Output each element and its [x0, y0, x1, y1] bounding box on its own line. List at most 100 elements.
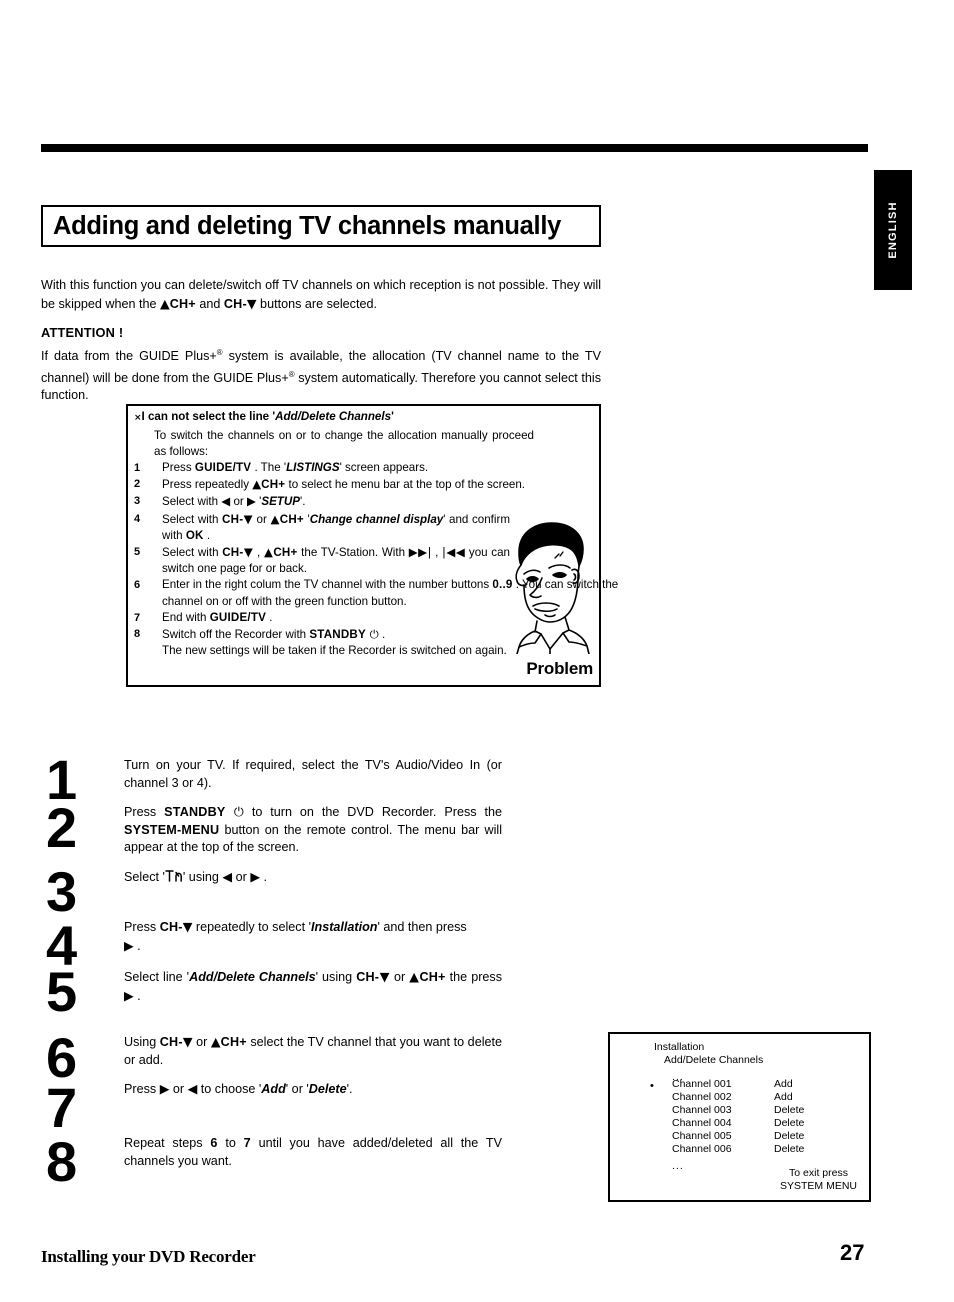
main-step-number: 2 [46, 796, 78, 859]
body-text: , [253, 546, 264, 560]
body-text: or [192, 1035, 211, 1049]
screen-item-name: Add [261, 1082, 286, 1096]
control-glyph: ▼ [182, 1034, 193, 1049]
remote-key-label: STANDBY [164, 805, 226, 819]
main-step-text: Turn on your TV. If required, select the… [124, 757, 502, 792]
tv-channel-name: Channel 004 [672, 1117, 732, 1129]
main-step-text: Select ' ' using ◀ or ▶ . [124, 868, 502, 889]
tv-exit-line2: SYSTEM MENU [779, 1179, 857, 1192]
body-text: or [230, 495, 247, 509]
body-text: . [266, 610, 273, 624]
problem-step-number: 4 [134, 512, 141, 525]
tv-channel-action: Add [774, 1078, 793, 1090]
control-glyph: ▲ [270, 511, 280, 526]
remote-key-label: CH+ [220, 1035, 247, 1049]
problem-step-number: 1 [134, 462, 141, 474]
main-step-paragraph: Repeat steps 6 to 7 until you have added… [124, 1135, 502, 1170]
screen-item-name: Add/Delete Channels [189, 970, 316, 984]
body-text: Select with [162, 512, 223, 526]
problem-step-text: Select with CH-▼ , ▲CH+ the TV-Station. … [162, 544, 510, 577]
control-glyph: ▲ [409, 969, 420, 984]
remote-key-label: CH+ [279, 512, 304, 526]
control-glyph: ▼ [182, 919, 193, 934]
control-glyph: ▶▶| [408, 545, 432, 560]
tv-menu-title: Installation [654, 1041, 705, 1053]
remote-key-label: CH+ [419, 970, 446, 984]
main-step-number: 5 [46, 960, 78, 1023]
language-tab-english: ENGLISH [874, 170, 912, 290]
problem-box-lead: To switch the channels on or to change t… [154, 429, 534, 459]
control-glyph: ◀ [187, 1081, 198, 1096]
body-text: Press [162, 461, 195, 474]
body-text: Enter in the right colum the TV channel … [162, 578, 493, 592]
body-text: Switch off the Recorder with [162, 628, 310, 642]
remote-key-label: CH- [222, 546, 244, 560]
body-text: Press [124, 920, 160, 934]
body-text: or [232, 870, 251, 884]
main-step-paragraph: Press ▶ or ◀ to choose 'Add' or 'Delete'… [124, 1080, 502, 1099]
remote-key-label: GUIDE/TV [209, 610, 267, 624]
body-text: to choose ' [197, 1082, 262, 1096]
body-text: Select with [162, 495, 222, 509]
tv-screen-preview: Installation Add/Delete Channels ... • C… [608, 1032, 871, 1202]
main-step-text: Press STANDBY ⏻ to turn on the DVD Recor… [124, 803, 502, 857]
body-text: . [133, 988, 141, 1003]
problem-title-text-b: ' [391, 410, 394, 423]
screen-item-name: LISTINGS [286, 461, 340, 474]
body-text: Select line ' [124, 970, 190, 984]
remote-key-label: 6 [210, 1136, 218, 1150]
page-title: Adding and deleting TV channels manually [53, 211, 561, 240]
problem-step: 3 Select with ◀ or ▶ 'SETUP'. [132, 493, 598, 510]
tv-channel-action: Add [774, 1091, 793, 1103]
body-text: the press [445, 970, 503, 984]
tv-channel-name: Channel 003 [672, 1104, 732, 1116]
screen-item-name: Change channel display [309, 512, 444, 526]
control-glyph: ▲ [263, 545, 274, 560]
body-text: Select with [162, 546, 223, 560]
problem-step-number: 5 [134, 546, 141, 559]
remote-key-label: CH+ [169, 296, 196, 311]
main-step-number: 8 [46, 1130, 78, 1193]
tv-antenna-icon [165, 869, 183, 889]
problem-step-text: Press repeatedly ▲CH+ to select he menu … [162, 476, 627, 493]
page-number: 27 [840, 1240, 865, 1265]
tv-ellipsis-bottom: ... [672, 1160, 684, 1172]
screen-item-name: Installation [311, 920, 378, 934]
control-glyph: ▼ [246, 295, 257, 311]
tv-exit-line1: To exit press [789, 1167, 848, 1179]
tv-channel-row: Channel 004 Delete [672, 1117, 862, 1130]
control-glyph: ▶ [159, 1081, 170, 1096]
footer-title: Installing your DVD Recorder [41, 1247, 256, 1266]
main-step-paragraph: Using CH-▼ or ▲CH+ select the TV channel… [124, 1033, 502, 1069]
main-step-paragraph: Select line 'Add/Delete Channels' using … [124, 968, 502, 1005]
tv-channel-action: Delete [774, 1130, 805, 1142]
control-glyph: ▼ [243, 511, 253, 526]
control-glyph: ⏻ [225, 804, 244, 819]
body-text: repeatedly to select ' [192, 920, 311, 934]
control-glyph: ◀ [222, 869, 233, 884]
control-glyph: ⏻ [365, 627, 379, 642]
tv-channel-row: Channel 001 Add [672, 1078, 862, 1091]
tv-channel-row: Channel 003 Delete [672, 1104, 862, 1117]
body-text: ' using [182, 870, 223, 884]
main-step-paragraph: Press CH-▼ repeatedly to select 'Install… [124, 918, 502, 955]
tv-menu-subtitle: Add/Delete Channels [664, 1054, 764, 1066]
section-title-box: Adding and deleting TV channels manually [41, 205, 601, 247]
body-text: Select ' [124, 870, 165, 884]
tv-channel-name: Channel 002 [672, 1091, 732, 1103]
control-glyph: ▲ [252, 477, 262, 492]
remote-key-label: GUIDE/TV [194, 461, 252, 474]
problem-step-number: 7 [134, 611, 141, 624]
tv-channel-name: Channel 001 [672, 1078, 732, 1090]
attention-heading: ATTENTION ! [41, 325, 124, 340]
control-glyph: ▶ [124, 987, 134, 1003]
problem-box: ×I can not select the line 'Add/Delete C… [126, 404, 618, 687]
body-text: . [260, 870, 267, 884]
tv-channel-action: Delete [774, 1104, 805, 1116]
problem-step-text: Press GUIDE/TV . The 'LISTINGS' screen a… [162, 460, 627, 476]
remote-key-label: CH- [223, 296, 247, 311]
main-step-text: Repeat steps 6 to 7 until you have added… [124, 1135, 502, 1170]
control-glyph: ▲ [210, 1034, 221, 1049]
main-step-paragraph: Select ' ' using ◀ or ▶ . [124, 868, 502, 889]
body-text: . [133, 938, 141, 953]
